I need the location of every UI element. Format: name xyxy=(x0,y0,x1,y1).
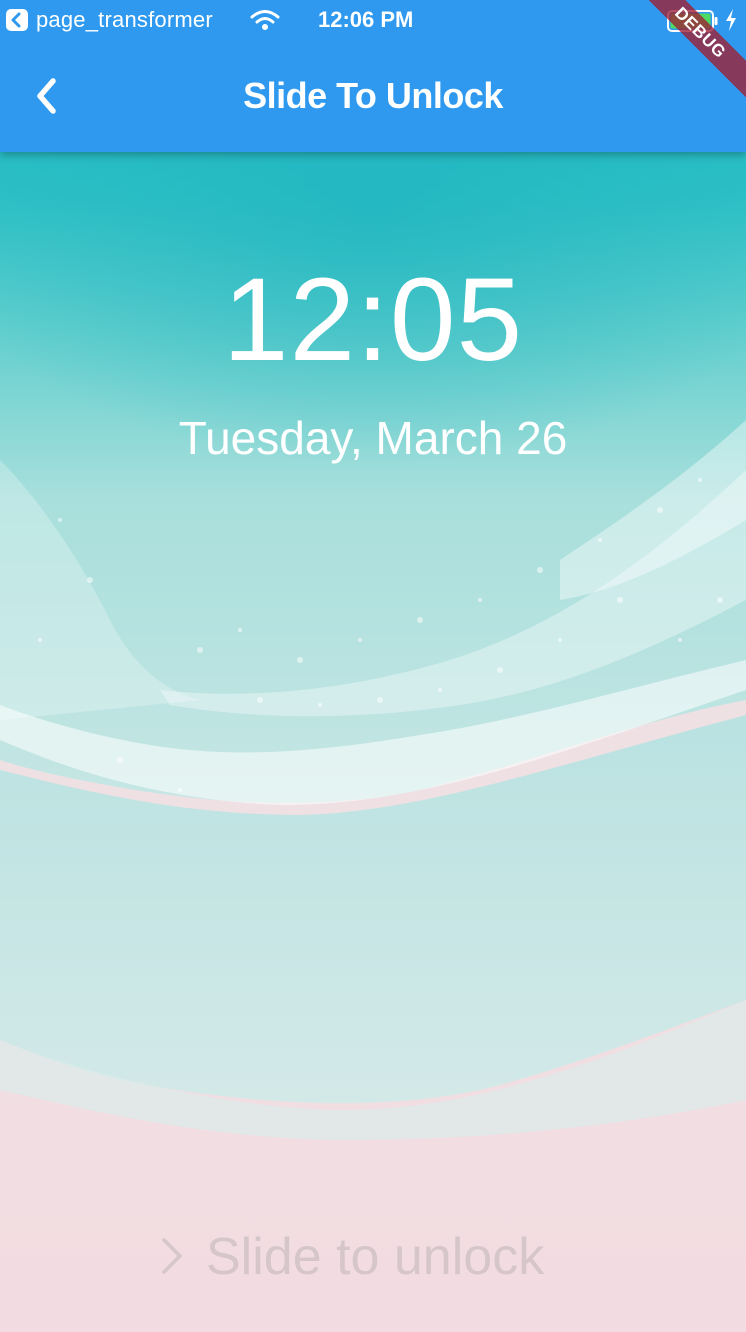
app-bar: Slide To Unlock xyxy=(0,40,746,152)
lock-date: Tuesday, March 26 xyxy=(178,412,568,464)
status-app-name[interactable]: page_transformer xyxy=(36,7,213,33)
phone-screen: page_transformer 12:06 PM DEBUG Slide To… xyxy=(0,0,746,1332)
status-bar: page_transformer 12:06 PM xyxy=(0,0,746,40)
back-arrow-icon[interactable] xyxy=(6,9,28,31)
page-title: Slide To Unlock xyxy=(243,75,503,116)
chevron-right-icon xyxy=(154,1232,188,1285)
beach-wallpaper xyxy=(0,0,746,1332)
charging-bolt-icon xyxy=(724,8,738,37)
wifi-icon xyxy=(250,9,280,36)
slide-to-unlock[interactable]: Slide to unlock xyxy=(150,1222,610,1292)
lock-clock: 12:05 xyxy=(222,254,524,386)
unlock-label: Slide to unlock xyxy=(206,1228,545,1286)
status-time: 12:06 PM xyxy=(318,7,414,32)
